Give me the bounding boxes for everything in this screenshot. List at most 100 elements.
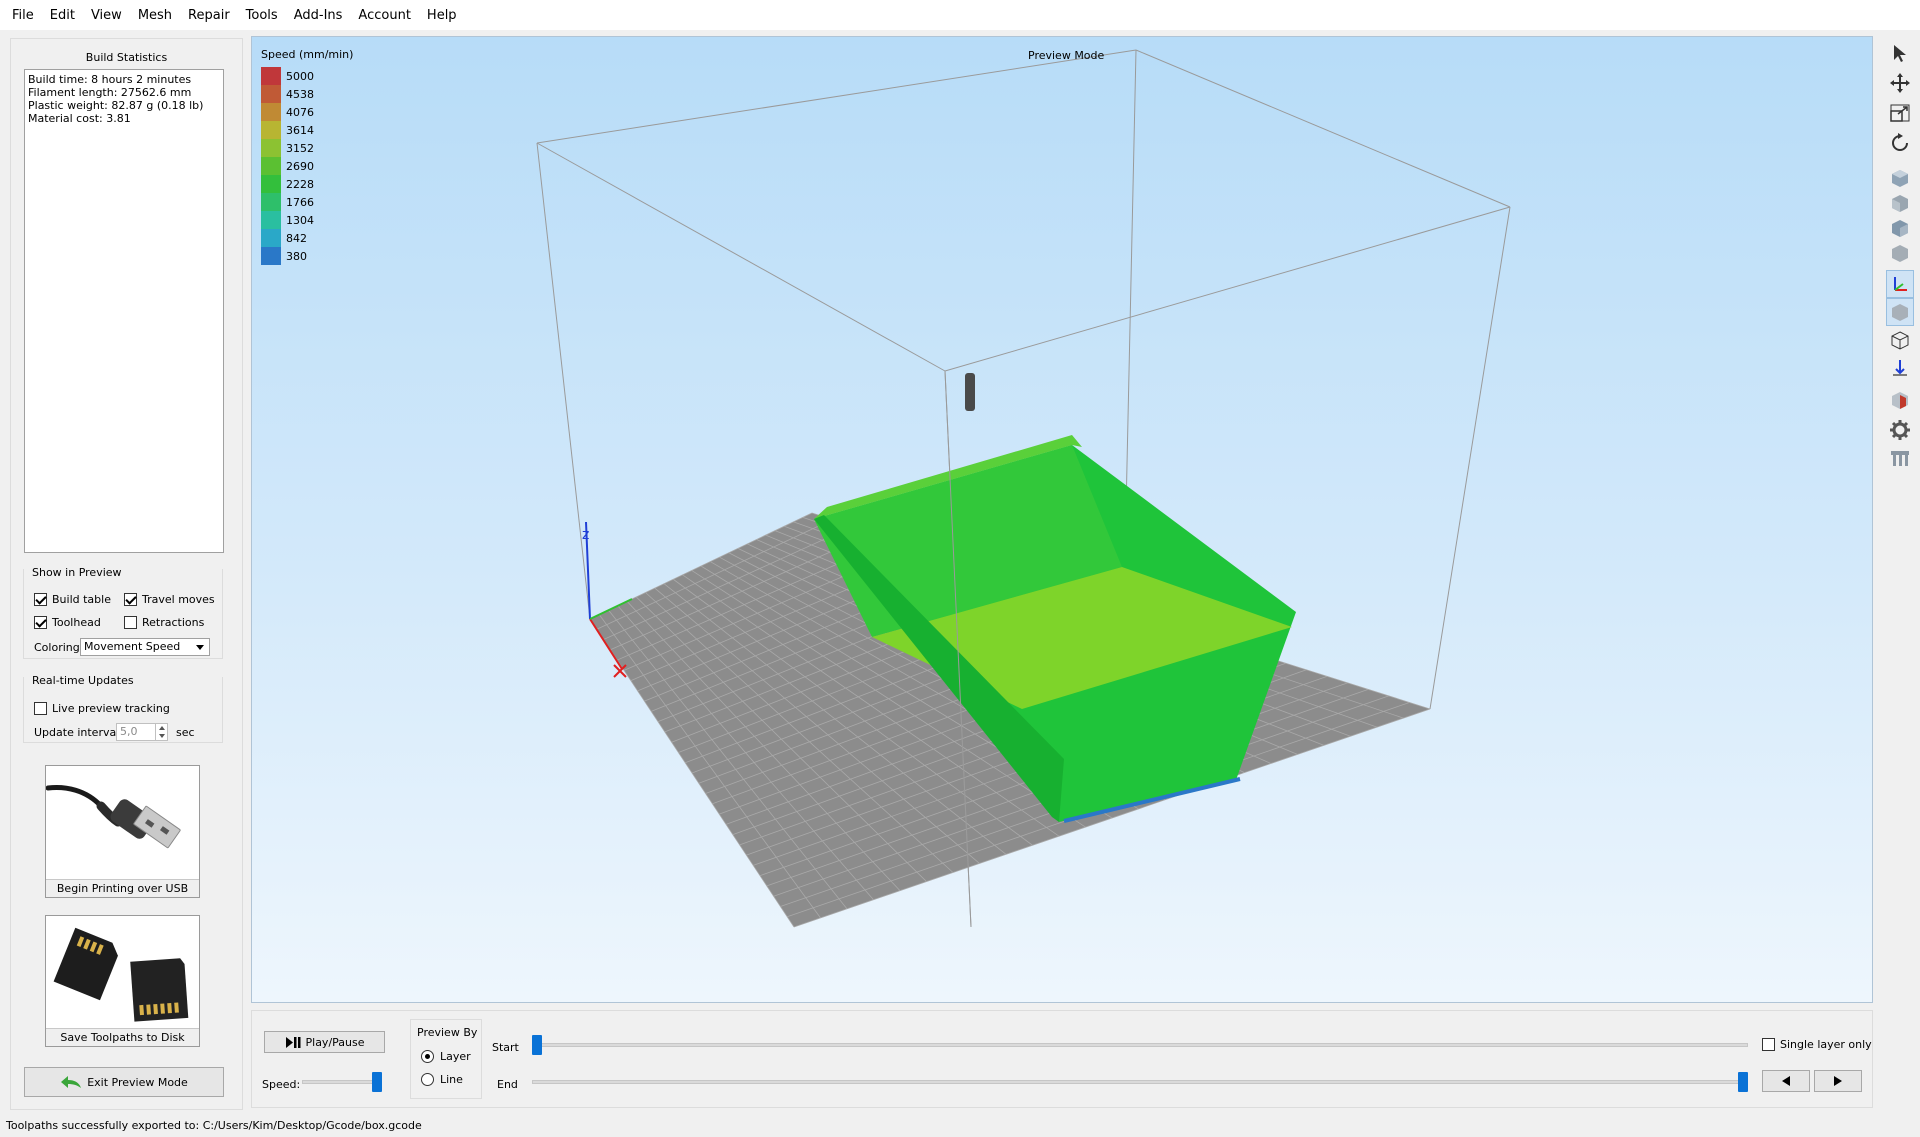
end-slider-handle[interactable]: [1738, 1072, 1748, 1092]
move-tool[interactable]: [1886, 69, 1914, 97]
right-toolbar: [1880, 36, 1920, 516]
speed-legend: 5000 4538 4076 3614 3152 2690 2228 1766 1304 842 3…: [261, 67, 314, 265]
menu-bar: File Edit View Mesh Repair Tools Add-Ins…: [0, 0, 1920, 30]
coloring-select[interactable]: Movement Speed: [80, 638, 210, 656]
menu-edit[interactable]: Edit: [42, 8, 83, 23]
menu-mesh[interactable]: Mesh: [130, 8, 180, 23]
legend-row: 1304: [261, 211, 314, 229]
scene-canvas[interactable]: z: [252, 37, 1873, 1003]
cross-section-tool[interactable]: [1886, 386, 1914, 414]
save-toolpaths-card[interactable]: Save Toolpaths to Disk: [45, 915, 200, 1047]
build-table-checkbox[interactable]: Build table: [34, 593, 111, 606]
travel-moves-checkbox[interactable]: Travel moves: [124, 593, 215, 606]
end-label: End: [497, 1078, 518, 1091]
preview-by-title: Preview By: [417, 1026, 478, 1039]
legend-swatch: [261, 67, 281, 85]
axes-toggle-tool[interactable]: [1886, 270, 1914, 298]
single-layer-label: Single layer only: [1780, 1038, 1872, 1051]
view-top-tool[interactable]: [1886, 239, 1914, 267]
begin-printing-usb-label: Begin Printing over USB: [46, 879, 199, 897]
build-statistics-box: Build time: 8 hours 2 minutes Filament l…: [24, 69, 224, 553]
scale-icon: [1890, 104, 1910, 122]
show-in-preview-group: Show in Preview Build table Travel moves…: [23, 566, 223, 659]
menu-tools[interactable]: Tools: [238, 8, 286, 23]
step-forward-button[interactable]: [1814, 1070, 1862, 1092]
supports-tool[interactable]: [1886, 444, 1914, 472]
exit-preview-mode-button[interactable]: Exit Preview Mode: [24, 1067, 224, 1097]
legend-swatch: [261, 157, 281, 175]
toolhead-checkbox[interactable]: Toolhead: [34, 616, 101, 629]
view-side-tool[interactable]: [1886, 214, 1914, 242]
scale-tool[interactable]: [1886, 99, 1914, 127]
speed-slider-handle[interactable]: [372, 1072, 382, 1092]
supports-icon: [1891, 451, 1909, 466]
rotate-icon: [1892, 133, 1908, 151]
gear-icon: [1890, 420, 1910, 440]
begin-printing-usb-card[interactable]: Begin Printing over USB: [45, 765, 200, 898]
view-iso-tool[interactable]: [1886, 164, 1914, 192]
start-slider-handle[interactable]: [532, 1035, 542, 1055]
live-preview-checkbox[interactable]: Live preview tracking: [34, 702, 170, 715]
live-preview-label: Live preview tracking: [52, 702, 170, 715]
menu-file[interactable]: File: [4, 8, 42, 23]
playback-panel: Play/Pause Speed: Preview By Layer Line …: [251, 1010, 1873, 1108]
realtime-updates-group: Real-time Updates Live preview tracking …: [23, 674, 223, 743]
exit-preview-mode-label: Exit Preview Mode: [87, 1075, 188, 1089]
preview-by-line-radio[interactable]: Line: [421, 1073, 463, 1086]
start-slider-track[interactable]: [532, 1043, 1748, 1047]
legend-swatch: [261, 211, 281, 229]
legend-row: 2690: [261, 157, 314, 175]
legend-row: 4076: [261, 103, 314, 121]
drop-to-table-tool[interactable]: [1886, 354, 1914, 382]
retractions-check-icon: [124, 616, 137, 629]
spin-arrows-icon[interactable]: [155, 724, 167, 740]
legend-row: 5000: [261, 67, 314, 85]
view-front-tool[interactable]: [1886, 189, 1914, 217]
play-pause-icon: [285, 1036, 300, 1048]
cube-view-icon: [1892, 170, 1908, 187]
stat-build-time: Build time: 8 hours 2 minutes: [28, 73, 192, 86]
menu-view[interactable]: View: [83, 8, 130, 23]
build-table-check-icon: [34, 593, 47, 606]
legend-label: 1304: [286, 213, 314, 227]
single-layer-checkbox[interactable]: Single layer only: [1762, 1038, 1872, 1051]
toolhead-check-icon: [34, 616, 47, 629]
coloring-label: Coloring: [34, 641, 80, 654]
radio-off-icon: [421, 1073, 434, 1086]
step-back-button[interactable]: [1762, 1070, 1810, 1092]
solid-view-tool[interactable]: [1886, 298, 1914, 326]
menu-help[interactable]: Help: [419, 8, 465, 23]
menu-account[interactable]: Account: [350, 8, 419, 23]
preview-mode-label: Preview Mode: [1028, 49, 1105, 62]
legend-label: 2690: [286, 159, 314, 173]
left-panel: Build Statistics Build time: 8 hours 2 m…: [10, 38, 243, 1110]
3d-viewport[interactable]: z Speed (mm/min) 5000 4538 4076 3614 3152 269…: [251, 36, 1873, 1003]
wireframe-view-tool[interactable]: [1886, 326, 1914, 354]
travel-moves-label: Travel moves: [142, 593, 215, 606]
stat-plastic-weight: Plastic weight: 82.87 g (0.18 lb): [28, 99, 204, 112]
sd-card-icon: [53, 927, 189, 1022]
coloring-value: Movement Speed: [84, 640, 181, 653]
end-slider-track[interactable]: [532, 1080, 1748, 1084]
menu-add-ins[interactable]: Add-Ins: [286, 8, 351, 23]
radio-on-icon: [421, 1050, 434, 1063]
build-statistics-title: Build Statistics: [85, 51, 168, 64]
retractions-label: Retractions: [142, 616, 205, 629]
rotate-tool[interactable]: [1886, 129, 1914, 157]
retractions-checkbox[interactable]: Retractions: [124, 616, 204, 629]
play-pause-button[interactable]: Play/Pause: [264, 1031, 385, 1053]
start-label: Start: [492, 1041, 519, 1054]
solid-cube-icon: [1892, 304, 1908, 321]
status-bar: Toolpaths successfully exported to: C:/U…: [0, 1115, 1920, 1137]
menu-repair[interactable]: Repair: [180, 8, 238, 23]
update-interval-spinbox[interactable]: 5,0: [116, 723, 168, 741]
preview-by-layer-radio[interactable]: Layer: [421, 1050, 471, 1063]
settings-tool[interactable]: [1886, 416, 1914, 444]
speed-slider-track[interactable]: [302, 1080, 382, 1084]
arrow-right-icon: [1834, 1076, 1842, 1086]
legend-label: 3152: [286, 141, 314, 155]
select-tool[interactable]: [1886, 39, 1914, 67]
cross-section-icon: [1892, 392, 1908, 409]
update-interval-value: 5,0: [120, 725, 138, 738]
speed-label: Speed:: [262, 1078, 301, 1091]
